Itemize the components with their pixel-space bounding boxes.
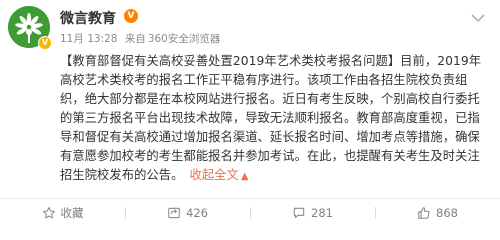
collapse-link[interactable]: 收起全文 ▲ [189, 168, 248, 182]
repost-icon [168, 207, 180, 218]
post-source-prefix: 来自 [124, 33, 146, 45]
verified-badge-icon: V [38, 36, 52, 50]
vip-badge-icon: V [124, 9, 138, 23]
post-text: 【教育部督促有关高校妥善处置2019年艺术类校考报名问题】目前，2019年高校艺… [60, 54, 482, 182]
thumbs-up-icon [418, 206, 430, 219]
favorite-button[interactable]: 收藏 [0, 199, 125, 226]
comment-icon [293, 207, 305, 218]
post-time[interactable]: 11月 13:28 [60, 33, 117, 45]
favorite-label: 收藏 [60, 205, 84, 220]
like-count: 868 [436, 205, 458, 220]
collapse-label: 收起全文 [189, 168, 239, 182]
star-icon [42, 206, 55, 218]
post-content: 【教育部督促有关高校妥善处置2019年艺术类校考报名问题】目前，2019年高校艺… [60, 52, 490, 186]
repost-count: 426 [186, 205, 208, 220]
comment-count: 281 [311, 205, 333, 220]
weibo-post-card: V 微言教育 V 11月 13:28 来自 360安全浏览器 【教育部督促有关高校… [0, 0, 500, 226]
collapse-arrow-icon: ▲ [240, 171, 249, 182]
comment-button[interactable]: 281 [250, 199, 375, 226]
repost-button[interactable]: 426 [125, 199, 250, 226]
author-name[interactable]: 微言教育 [60, 8, 116, 28]
post-source[interactable]: 360安全浏览器 [148, 33, 221, 45]
post-meta: 11月 13:28 来自 360安全浏览器 [60, 31, 220, 46]
like-button[interactable]: 868 [375, 199, 500, 226]
action-bar: 收藏 426 281 868 [0, 199, 500, 226]
chevron-down-icon[interactable] [470, 12, 486, 24]
